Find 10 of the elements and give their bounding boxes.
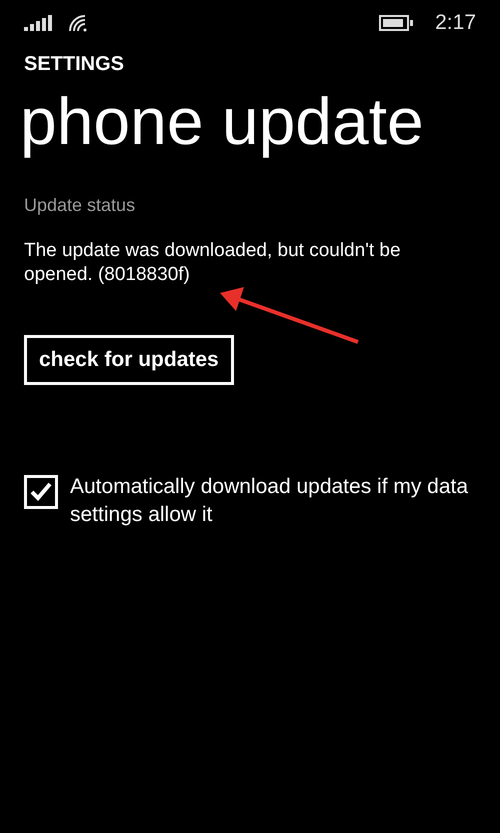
- wifi-icon: [68, 14, 88, 32]
- check-icon: [30, 482, 52, 502]
- battery-icon: [379, 15, 414, 31]
- app-title: SETTINGS: [24, 54, 126, 74]
- check-updates-button[interactable]: check for updates: [24, 335, 234, 385]
- status-time: 2:17: [435, 10, 476, 36]
- status-message: The update was downloaded, but couldn't be opened. (8018830f): [24, 239, 402, 287]
- checkbox[interactable]: [24, 475, 58, 509]
- checkbox-label: Automatically download updates if my data settings allow it: [70, 474, 470, 528]
- section-label: Update status: [24, 194, 136, 217]
